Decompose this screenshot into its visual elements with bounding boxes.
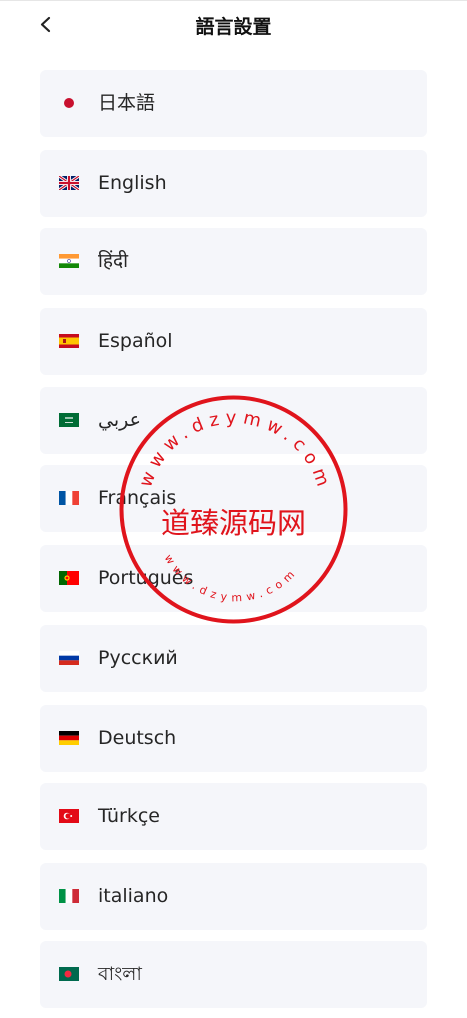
spain-flag-icon [59,334,79,348]
germany-flag-icon [59,731,79,745]
language-item-portuguese[interactable]: Português [40,545,427,612]
language-item-japanese[interactable]: 日本語 [40,70,427,137]
portugal-flag-icon [59,571,79,585]
india-flag-icon [59,254,79,268]
language-item-turkish[interactable]: Türkçe [40,783,427,850]
language-label: हिंदी [98,250,129,272]
language-item-bengali[interactable]: বাংলা [40,941,427,1008]
language-label: 日本語 [98,92,156,114]
france-flag-icon [59,491,79,505]
language-label: বাংলা [98,963,142,985]
language-label: Português [98,567,194,589]
uk-flag-icon [59,176,79,190]
language-item-hindi[interactable]: हिंदी [40,228,427,295]
language-item-english[interactable]: English [40,150,427,217]
italy-flag-icon [59,889,79,903]
language-label: Español [98,330,173,352]
language-item-spanish[interactable]: Español [40,308,427,375]
language-label: italiano [98,885,169,907]
bangladesh-flag-icon [59,967,79,981]
language-item-arabic[interactable]: عربي [40,387,427,454]
japan-flag-icon [64,98,74,108]
russia-flag-icon [59,651,79,665]
page-title: 語言設置 [195,16,272,38]
language-label: Deutsch [98,727,177,749]
language-label: Français [98,487,177,509]
language-item-italian[interactable]: italiano [40,863,427,930]
language-item-german[interactable]: Deutsch [40,705,427,772]
language-item-french[interactable]: Français [40,465,427,532]
language-label: Türkçe [98,805,160,827]
language-item-russian[interactable]: Русский [40,625,427,692]
language-label: Русский [98,647,178,669]
language-label: English [98,172,167,194]
saudi-arabia-flag-icon [59,413,79,427]
language-label: عربي [98,409,141,431]
turkey-flag-icon [59,809,79,823]
page-header: 語言設置 [0,0,467,48]
